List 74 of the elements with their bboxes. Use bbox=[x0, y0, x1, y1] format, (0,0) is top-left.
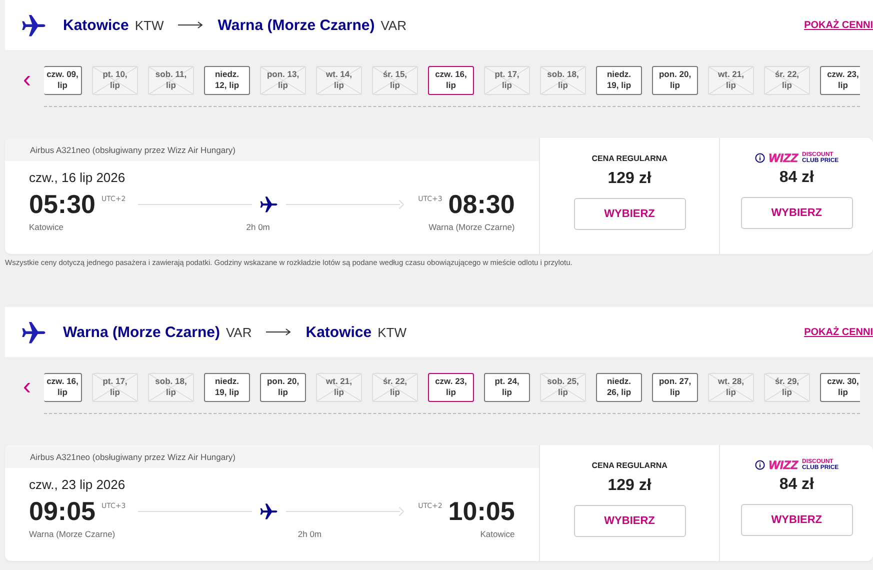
date-tab[interactable]: niedz. 26, lip bbox=[596, 372, 642, 402]
date-tab[interactable]: pt. 17, lip bbox=[484, 66, 530, 94]
origin-code: KTW bbox=[134, 18, 164, 32]
date-tab[interactable]: pon. 20, lip bbox=[260, 372, 306, 402]
price-list-link[interactable]: POKAŻ CENNI bbox=[804, 326, 873, 338]
flight-date: czw., 16 lip 2026 bbox=[29, 170, 126, 185]
date-tab[interactable]: niedz. 12, lip bbox=[204, 66, 250, 94]
arrow-icon bbox=[266, 328, 292, 336]
date-tab[interactable]: czw. 09, lip bbox=[44, 66, 82, 94]
arrival-time: 10:05 bbox=[448, 496, 515, 526]
origin-code: VAR bbox=[226, 324, 252, 340]
origin-city: Katowice bbox=[63, 16, 129, 34]
previous-button[interactable]: ‹ bbox=[18, 375, 36, 399]
date-tab[interactable]: sob. 11, lip bbox=[148, 66, 194, 94]
date-tab[interactable]: wt. 14, lip bbox=[316, 66, 362, 94]
date-tab[interactable]: pon. 13, lip bbox=[260, 66, 306, 94]
arrow-icon bbox=[178, 21, 204, 29]
date-tab[interactable]: pt. 17, lip bbox=[92, 372, 138, 402]
club-price: 84 zł bbox=[779, 169, 814, 187]
brand-logo: WIZZ bbox=[768, 151, 798, 165]
departure-time: 09:05 bbox=[29, 496, 96, 526]
departure-city: Warna (Morze Czarne) bbox=[29, 529, 116, 539]
previous-button[interactable]: ‹ bbox=[18, 68, 36, 92]
date-tab[interactable]: wt. 28, lip bbox=[708, 372, 754, 402]
date-tab[interactable]: pon. 27, lip bbox=[652, 372, 698, 402]
date-tab[interactable]: niedz. 19, lip bbox=[204, 372, 250, 402]
date-tab[interactable]: czw. 16, lip bbox=[428, 66, 474, 94]
date-tab[interactable]: czw. 23, lip bbox=[820, 66, 860, 94]
date-tab[interactable]: pon. 20, lip bbox=[652, 66, 698, 94]
date-tab[interactable]: pt. 24, lip bbox=[484, 372, 530, 402]
date-tab[interactable]: sob. 18, lip bbox=[148, 372, 194, 402]
destination-code: VAR bbox=[380, 18, 406, 32]
fare-price: 129 zł bbox=[608, 170, 652, 188]
date-tab[interactable]: śr. 29, lip bbox=[764, 372, 810, 402]
select-button[interactable]: WYBIERZ bbox=[740, 504, 853, 536]
date-tab[interactable]: śr. 22, lip bbox=[372, 372, 418, 402]
date-tab[interactable]: czw. 30, lip bbox=[820, 372, 860, 402]
arrival-city: Katowice bbox=[480, 529, 515, 539]
date-tab[interactable]: sob. 18, lip bbox=[540, 66, 586, 94]
flight-duration: 2h 0m bbox=[298, 529, 322, 539]
fare-price: 129 zł bbox=[608, 477, 652, 495]
select-button[interactable]: WYBIERZ bbox=[574, 505, 686, 537]
flight-duration: 2h 0m bbox=[246, 222, 270, 232]
aircraft-info: Airbus A321neo (obsługiwany przez Wizz Air Hungary) bbox=[5, 138, 539, 161]
flight-date: czw., 23 lip 2026 bbox=[29, 477, 126, 492]
departure-time: 05:30 bbox=[29, 188, 96, 220]
arrow-head-icon bbox=[399, 200, 404, 208]
date-tab[interactable]: pt. 10, lip bbox=[92, 66, 138, 94]
select-button[interactable]: WYBIERZ bbox=[740, 197, 853, 229]
origin-city: Warna (Morze Czarne) bbox=[63, 324, 220, 340]
date-tab[interactable]: śr. 22, lip bbox=[764, 66, 810, 94]
destination-code: KTW bbox=[378, 324, 406, 340]
date-tab[interactable]: czw. 16, lip bbox=[44, 372, 82, 402]
fare-label: CENA REGULARNA bbox=[592, 154, 668, 165]
price-list-link[interactable]: POKAŻ CENNI bbox=[804, 20, 873, 30]
date-tab[interactable]: śr. 15, lip bbox=[372, 66, 418, 94]
date-tab[interactable]: niedz. 19, lip bbox=[596, 66, 642, 94]
club-price: 84 zł bbox=[779, 476, 814, 494]
select-button[interactable]: WYBIERZ bbox=[574, 198, 686, 230]
departure-city: Katowice bbox=[29, 222, 64, 232]
info-icon[interactable] bbox=[754, 153, 765, 163]
date-tab[interactable]: wt. 21, lip bbox=[708, 66, 754, 94]
arrow-head-icon bbox=[399, 506, 404, 516]
brand-logo: WIZZ bbox=[768, 458, 798, 472]
fare-label: CENA REGULARNA bbox=[592, 461, 668, 472]
date-tab[interactable]: czw. 23, lip bbox=[428, 372, 474, 402]
destination-city: Katowice bbox=[306, 324, 372, 340]
destination-city: Warna (Morze Czarne) bbox=[218, 16, 375, 34]
arrival-time: 08:30 bbox=[448, 188, 515, 220]
date-tab[interactable]: wt. 21, lip bbox=[316, 372, 362, 402]
date-tab[interactable]: sob. 25, lip bbox=[540, 372, 586, 402]
info-icon[interactable] bbox=[754, 460, 765, 470]
aircraft-info: Airbus A321neo (obsługiwany przez Wizz Air Hungary) bbox=[5, 445, 539, 468]
arrival-city: Warna (Morze Czarne) bbox=[428, 222, 515, 232]
